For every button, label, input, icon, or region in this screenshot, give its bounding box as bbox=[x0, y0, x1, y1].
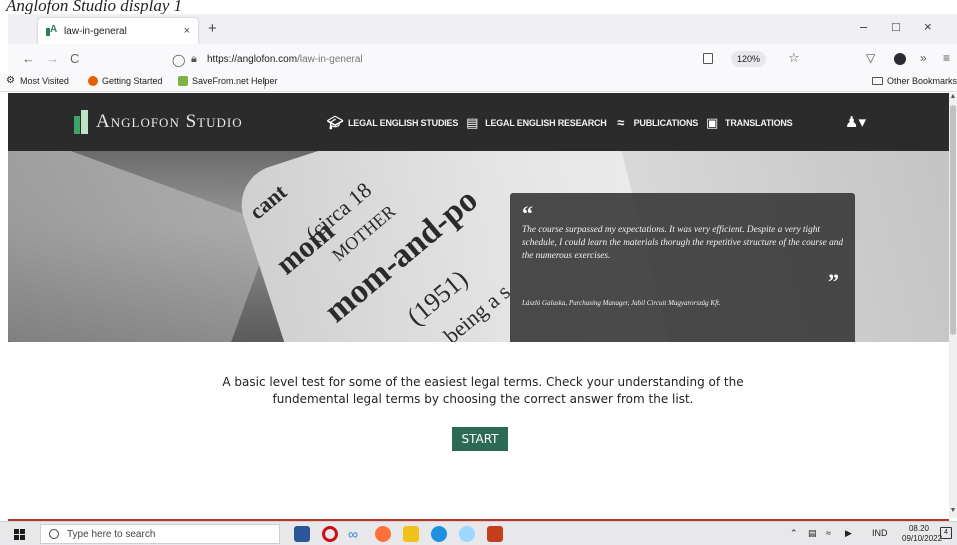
tray-chevron-icon[interactable]: ⌃ bbox=[790, 528, 798, 539]
browser-navbar: ← → C ◯ 🔒︎ https://anglofon.com/law-in-g… bbox=[8, 44, 957, 74]
url-host: https://anglofon.com bbox=[207, 53, 298, 65]
browser-tabstrip: law-in-general × + – □ × bbox=[8, 14, 957, 44]
maximize-button[interactable]: □ bbox=[892, 19, 900, 34]
firefox-app-icon[interactable] bbox=[375, 526, 391, 542]
stack-icon: ≈ bbox=[617, 115, 625, 130]
main-menu: 🎓︎ LEGAL ENGLISH STUDIES ▤ LEGAL ENGLISH… bbox=[326, 116, 797, 130]
start-button[interactable]: START bbox=[452, 427, 508, 451]
reload-button[interactable]: C bbox=[70, 51, 79, 66]
bookmark-star-icon[interactable]: ☆ bbox=[788, 50, 800, 66]
user-menu-icon[interactable]: ♟▾ bbox=[845, 113, 866, 131]
powerpoint-app-icon[interactable] bbox=[487, 526, 503, 542]
testimonial-text: The course surpassed my expectations. It… bbox=[522, 225, 844, 261]
forward-button[interactable]: → bbox=[46, 51, 59, 66]
scroll-down-icon[interactable]: ▼ bbox=[949, 507, 957, 514]
tab-close-icon[interactable]: × bbox=[184, 25, 190, 37]
bookmark-most-visited[interactable]: ⚙ Most Visited bbox=[6, 75, 69, 87]
clock-time: 08.20 bbox=[908, 524, 930, 533]
word-app-icon[interactable] bbox=[294, 526, 310, 542]
reader-view-icon[interactable] bbox=[703, 53, 713, 64]
site-favicon-icon bbox=[46, 24, 58, 36]
minimize-button[interactable]: – bbox=[860, 19, 867, 34]
tab-title: law-in-general bbox=[64, 25, 127, 37]
wifi-icon[interactable]: ≈ bbox=[826, 528, 831, 538]
app-icon[interactable] bbox=[459, 526, 475, 542]
menu-publications[interactable]: ≈ PUBLICATIONS bbox=[612, 116, 698, 130]
bookmark-savefrom[interactable]: SaveFrom.net Helper bbox=[178, 76, 278, 86]
network-icon[interactable]: ▤ bbox=[808, 528, 817, 539]
hero-book-left bbox=[8, 151, 274, 342]
graduation-cap-icon: 🎓︎ bbox=[326, 115, 344, 130]
download-icon bbox=[178, 76, 188, 86]
site-header: Anglofon Studio 🎓︎ LEGAL ENGLISH STUDIES… bbox=[8, 93, 949, 151]
logo-mark-icon bbox=[74, 110, 88, 134]
infinity-app-icon[interactable]: ∞ bbox=[348, 526, 364, 542]
firefox-icon bbox=[88, 76, 98, 86]
notifications-icon[interactable]: 4 bbox=[940, 527, 952, 539]
other-bookmarks[interactable]: Other Bookmarks bbox=[872, 76, 957, 86]
new-tab-button[interactable]: + bbox=[208, 20, 217, 37]
site-logo[interactable]: Anglofon Studio bbox=[74, 110, 243, 134]
browser-tab[interactable]: law-in-general × bbox=[38, 18, 198, 44]
testimonial-author: László Galuska, Purchasing Manager, Jabi… bbox=[522, 299, 721, 307]
book-icon: ▤ bbox=[466, 115, 479, 130]
menu-translations[interactable]: ▣ TRANSLATIONS bbox=[703, 115, 793, 130]
clock-date: 09/10/2022 bbox=[902, 534, 943, 543]
scroll-thumb[interactable] bbox=[950, 105, 956, 335]
main-content: A basic level test for some of the easie… bbox=[8, 342, 949, 522]
volume-icon[interactable]: ▶ bbox=[845, 528, 852, 539]
testimonial-box: “ The course surpassed my expectations. … bbox=[510, 193, 855, 361]
overflow-icon[interactable]: » bbox=[920, 51, 927, 65]
opera-app-icon[interactable] bbox=[322, 526, 338, 542]
menu-legal-english-research[interactable]: ▤ LEGAL ENGLISH RESEARCH bbox=[463, 115, 607, 130]
intro-text: A basic level test for some of the easie… bbox=[222, 375, 744, 406]
account-icon[interactable] bbox=[894, 53, 906, 65]
edge-app-icon[interactable] bbox=[431, 526, 447, 542]
bookmark-getting-started[interactable]: Getting Started bbox=[88, 76, 163, 86]
chat-icon: ▣ bbox=[706, 115, 719, 130]
zoom-level[interactable]: 120% bbox=[731, 51, 767, 67]
windows-start-icon[interactable] bbox=[14, 529, 25, 540]
pocket-icon[interactable]: ▽ bbox=[866, 51, 875, 65]
url-path: /law-in-general bbox=[297, 53, 363, 65]
gear-icon: ⚙ bbox=[6, 75, 15, 86]
lock-icon[interactable]: 🔒︎ bbox=[191, 53, 201, 65]
page-scrollbar[interactable]: ▲ ▼ bbox=[949, 93, 957, 518]
logo-text: Anglofon Studio bbox=[96, 111, 243, 132]
quote-close-icon: ” bbox=[828, 269, 839, 294]
scroll-up-icon[interactable]: ▲ bbox=[949, 93, 957, 100]
windows-taskbar: Type here to search ∞ ⌃ ▤ ≈ ▶ IND 08.20 … bbox=[0, 521, 957, 545]
figure-caption: Anglofon Studio display 1 bbox=[6, 0, 183, 15]
bookmarks-separator bbox=[264, 77, 265, 89]
app-menu-icon[interactable]: ≡ bbox=[943, 51, 950, 65]
taskbar-clock[interactable]: 08.20 09/10/2022 bbox=[902, 524, 943, 544]
search-icon bbox=[49, 529, 59, 539]
shield-icon[interactable]: ◯ bbox=[172, 53, 185, 67]
language-indicator[interactable]: IND bbox=[872, 528, 888, 538]
bookmarks-bar: ⚙ Most Visited Getting Started SaveFrom.… bbox=[0, 74, 957, 92]
taskbar-search[interactable]: Type here to search bbox=[40, 524, 280, 544]
menu-legal-english-studies[interactable]: 🎓︎ LEGAL ENGLISH STUDIES bbox=[326, 115, 459, 130]
close-window-button[interactable]: × bbox=[924, 19, 932, 34]
back-button[interactable]: ← bbox=[22, 51, 35, 66]
folder-icon bbox=[872, 77, 883, 85]
file-explorer-icon[interactable] bbox=[403, 526, 419, 542]
